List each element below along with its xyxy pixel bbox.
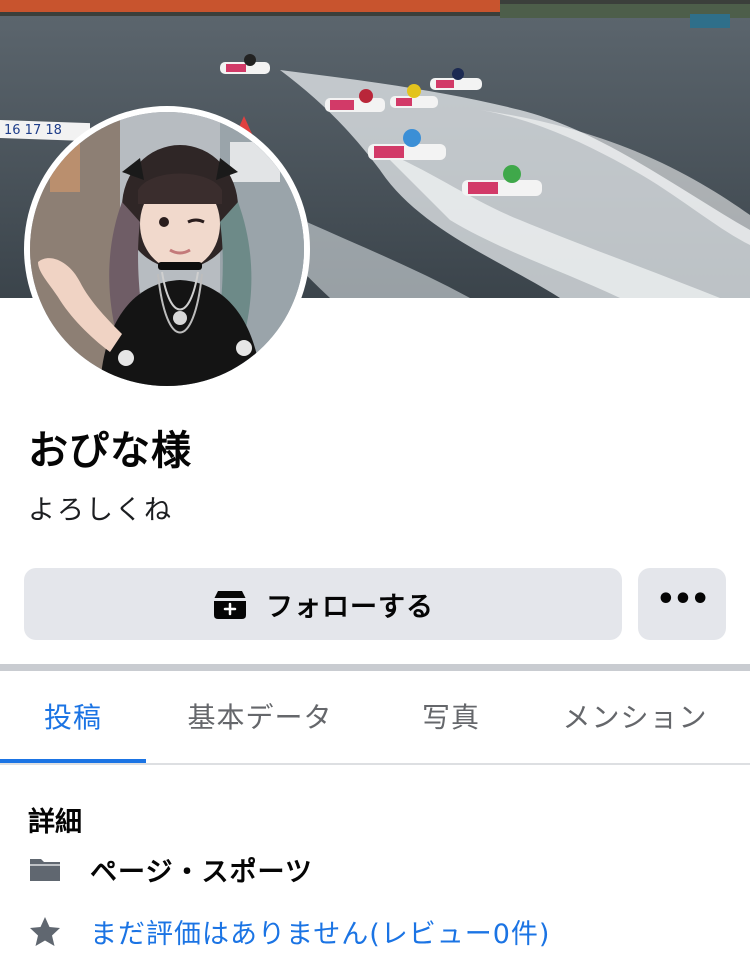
avatar-ring[interactable] bbox=[24, 106, 310, 392]
tab-photos[interactable]: 写真 bbox=[396, 671, 506, 761]
tab-posts[interactable]: 投稿 bbox=[0, 671, 146, 763]
category-text: ページ・スポーツ bbox=[90, 857, 313, 888]
banner-text: 16 17 18 bbox=[4, 123, 62, 138]
tab-mentions-label: メンション bbox=[562, 701, 708, 734]
tab-photos-label: 写真 bbox=[421, 701, 480, 734]
tab-about-label: 基本データ bbox=[187, 701, 333, 734]
rating-link[interactable]: まだ評価はありません(レビュー0件) bbox=[90, 912, 550, 951]
star-icon bbox=[28, 915, 62, 949]
category-row: ページ・スポーツ bbox=[28, 850, 313, 889]
follow-plus-icon bbox=[212, 587, 248, 621]
category-icon bbox=[28, 853, 62, 887]
follow-button[interactable]: フォローする bbox=[24, 568, 622, 640]
page-bio: よろしくね bbox=[28, 495, 173, 526]
follow-button-label: フォローする bbox=[266, 591, 434, 623]
profile-tabs: 投稿 基本データ 写真 メンション bbox=[0, 671, 750, 765]
avatar-image bbox=[30, 112, 304, 386]
page-title: おぴな様 bbox=[28, 428, 192, 474]
avatar[interactable] bbox=[30, 112, 304, 386]
details-heading: 詳細 bbox=[28, 807, 82, 838]
more-options-button[interactable]: ••• bbox=[638, 568, 726, 640]
tab-posts-label: 投稿 bbox=[43, 701, 102, 734]
section-divider bbox=[0, 664, 750, 671]
tab-about[interactable]: 基本データ bbox=[164, 671, 356, 761]
more-dots-icon: ••• bbox=[656, 581, 710, 617]
rating-row[interactable]: まだ評価はありません(レビュー0件) bbox=[28, 912, 550, 951]
tab-mentions[interactable]: メンション bbox=[542, 671, 728, 761]
